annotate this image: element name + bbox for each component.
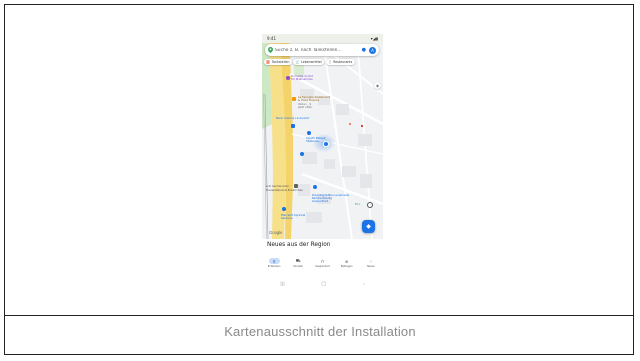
cart-icon: 🛒	[295, 60, 301, 65]
bottom-navigation: ⚲ Entdecken ⛟ Pendeln ⊓ Gespeichert ⊕ Be…	[262, 258, 383, 276]
recents-icon[interactable]: |||	[280, 282, 285, 287]
phone-screenshot: Domizile im Klif für Maßnahmen La Famigl…	[262, 34, 383, 291]
bookmark-icon: ⊓	[320, 258, 325, 264]
directions-icon: ◆	[366, 223, 371, 230]
bank-marker[interactable]	[291, 124, 295, 128]
map-label-7: Dienstag & Bus Lenamade Parkbe Raedig Ge…	[312, 193, 350, 204]
nav-entdecken[interactable]: ⚲ Entdecken	[264, 258, 284, 268]
chip-label: Tankstellen	[271, 60, 290, 65]
maps-pin-icon	[268, 47, 273, 53]
nav-label: Entdecken	[267, 265, 281, 268]
explore-icon: ⚲	[268, 258, 280, 264]
eco-label: Eco	[355, 202, 361, 206]
map-label-6: Hausarztpraxis Euskirchen	[266, 188, 304, 192]
google-logo: Google	[269, 230, 283, 235]
nav-pendeln[interactable]: ⛟ Pendeln	[288, 258, 308, 268]
nav-label: Beitragen	[340, 265, 353, 268]
pharmacy-marker[interactable]	[313, 185, 317, 189]
nav-label: Pendeln	[293, 265, 304, 268]
chip-label: Lebensmittel	[301, 60, 322, 65]
category-chips: ⛽ Tankstellen 🛒 Lebensmittel 🍴 Restauran…	[264, 59, 355, 66]
health-marker[interactable]	[300, 152, 304, 156]
poi-marker[interactable]	[286, 76, 290, 80]
avatar[interactable]: A	[369, 46, 376, 54]
nav-neues[interactable]: ♢ Neues	[361, 258, 381, 269]
system-navigation: ||| ◯ ‹	[262, 279, 383, 289]
chip-lebensmittel[interactable]: 🛒 Lebensmittel	[293, 59, 325, 66]
home-icon[interactable]: ◯	[321, 282, 326, 287]
layers-icon: ◈	[375, 83, 380, 88]
cutlery-icon: 🍴	[327, 60, 333, 65]
map-label-2: Italian · $ Jetzt offen	[298, 102, 313, 110]
directions-button[interactable]: ◆	[362, 220, 375, 233]
church-marker[interactable]	[282, 207, 286, 211]
status-icons: ▾◢▮	[370, 36, 378, 41]
bell-icon: ♢	[369, 258, 373, 264]
microphone-icon[interactable]: ●	[362, 47, 366, 53]
search-bar[interactable]: Suche z. B. nach Tankstellen... ● A	[265, 44, 379, 56]
map-label-4: Spieth Patient Stationen	[306, 136, 326, 144]
search-input[interactable]: Suche z. B. nach Tankstellen...	[275, 48, 362, 53]
nav-label: Gespeichert	[315, 265, 330, 268]
back-icon[interactable]: ‹	[363, 282, 365, 287]
fuel-icon: ⛽	[266, 60, 271, 65]
status-time: 9:41	[267, 36, 276, 41]
status-bar: 9:41 ▾◢▮	[262, 34, 383, 43]
commute-icon: ⛟	[295, 258, 301, 263]
compass-icon[interactable]	[367, 202, 373, 208]
nav-label: Neues	[367, 265, 375, 268]
chip-label: Restaurants	[333, 60, 353, 65]
layers-button[interactable]: ◈	[374, 82, 381, 89]
map-label-3: Bank Colonia Lindenhof	[276, 116, 310, 120]
chip-restaurants[interactable]: 🍴 Restaurants	[325, 59, 355, 66]
clinic-marker[interactable]	[307, 131, 311, 135]
chip-tankstellen[interactable]: ⛽ Tankstellen	[264, 59, 292, 66]
image-caption: Kartenausschnitt der Installation	[224, 324, 416, 339]
add-circle-icon: ⊕	[344, 258, 349, 264]
map-label-8: Pfarramt Sprinkel Kantone	[281, 213, 306, 221]
nav-beitragen[interactable]: ⊕ Beitragen	[337, 258, 357, 269]
sheet-title: Neues aus der Region	[267, 242, 331, 248]
bottom-sheet[interactable]: Neues aus der Region ⚲ Entdecken ⛟ Pende…	[262, 239, 383, 291]
caption-divider	[5, 315, 633, 316]
restaurant-marker[interactable]	[292, 97, 296, 101]
map-label-0: Domizile im Klif für Maßnahmen	[291, 74, 314, 82]
nav-gespeichert[interactable]: ⊓ Gespeichert	[312, 258, 332, 269]
